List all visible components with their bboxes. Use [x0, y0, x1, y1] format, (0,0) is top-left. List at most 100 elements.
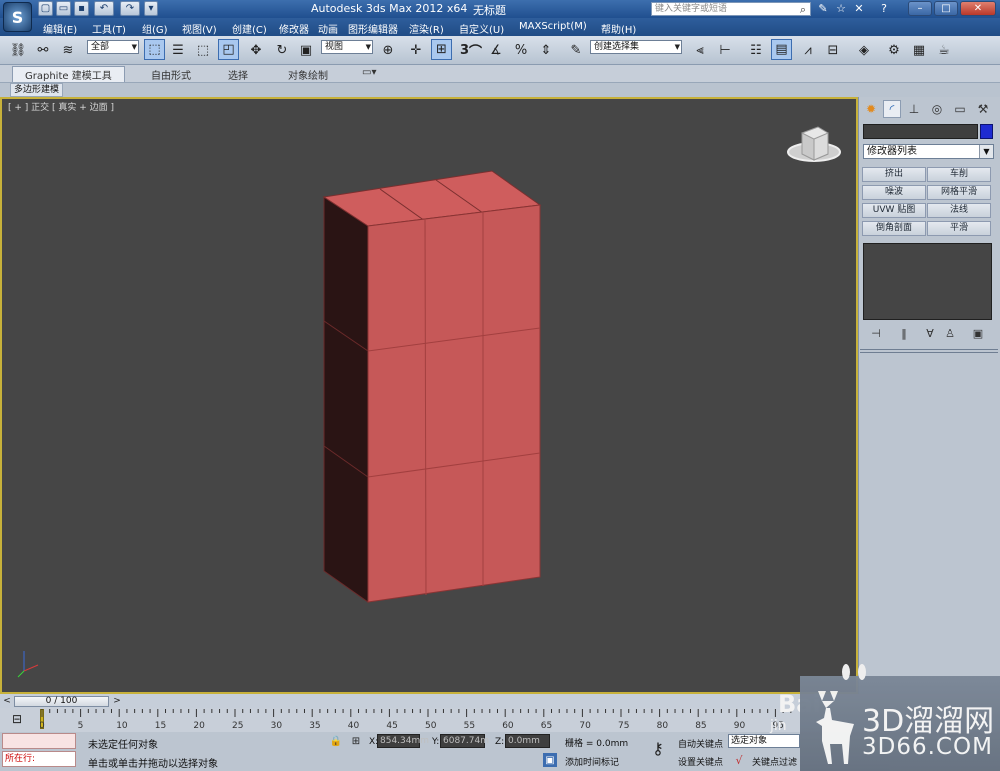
- display-tab-icon[interactable]: ▭: [951, 100, 969, 118]
- bind-space-warp-icon[interactable]: ≋: [58, 40, 78, 60]
- view-cube[interactable]: [787, 126, 841, 162]
- spinner-snap-icon[interactable]: ⇕: [536, 40, 556, 60]
- absolute-mode-icon[interactable]: ⊞: [349, 734, 363, 748]
- extrude-button[interactable]: 挤出: [862, 167, 926, 182]
- star-icon[interactable]: ☆: [833, 1, 849, 16]
- configure-sets-icon[interactable]: ▣: [970, 327, 986, 340]
- uvw-map-button[interactable]: UVW 贴图: [862, 203, 926, 218]
- close-button[interactable]: ✕: [960, 1, 996, 16]
- tab-object-paint[interactable]: 对象绘制: [288, 67, 328, 82]
- mirror-icon[interactable]: ⫷: [690, 40, 710, 60]
- bevel-profile-button[interactable]: 倒角剖面: [862, 221, 926, 236]
- pivot-center-icon[interactable]: ⊕: [378, 40, 398, 60]
- curve-editor-icon[interactable]: ⩘: [798, 40, 818, 60]
- set-key-icon[interactable]: ⚷: [646, 738, 670, 758]
- menu-create[interactable]: 创建(C): [232, 21, 267, 36]
- modify-tab-icon[interactable]: ◜: [883, 100, 901, 118]
- redo-icon[interactable]: ↷: [120, 1, 140, 16]
- lathe-button[interactable]: 车削: [927, 167, 991, 182]
- noise-button[interactable]: 噪波: [862, 185, 926, 200]
- render-production-icon[interactable]: ☕: [934, 40, 954, 60]
- ribbon-options-icon[interactable]: ▭▾: [362, 67, 376, 78]
- y-coordinate-field[interactable]: 6087.74m: [440, 734, 489, 748]
- polygon-modeling-label[interactable]: 多边形建模: [10, 83, 64, 97]
- selection-filter-dropdown[interactable]: 全部: [87, 40, 139, 54]
- app-logo-button[interactable]: S: [3, 2, 32, 32]
- menu-views[interactable]: 视图(V): [182, 21, 217, 36]
- maxscript-line-label[interactable]: 所在行:: [2, 751, 76, 767]
- menu-help[interactable]: 帮助(H): [601, 21, 636, 36]
- normal-button[interactable]: 法线: [927, 203, 991, 218]
- menu-group[interactable]: 组(G): [142, 21, 168, 36]
- tab-freeform[interactable]: 自由形式: [151, 67, 191, 82]
- create-tab-icon[interactable]: ✹: [862, 100, 880, 118]
- align-icon[interactable]: ⊢: [715, 40, 735, 60]
- layer-manager-icon[interactable]: ☷: [746, 40, 766, 60]
- favorites-icon[interactable]: ✕: [851, 1, 867, 16]
- move-icon[interactable]: ✥: [246, 40, 266, 60]
- percent-snap-icon[interactable]: %: [511, 40, 531, 60]
- lock-selection-icon[interactable]: 🔒: [329, 734, 343, 748]
- quick-access-dropdown-icon[interactable]: ▾: [144, 1, 158, 16]
- search-icon[interactable]: ⌕: [795, 2, 811, 17]
- hierarchy-tab-icon[interactable]: ⊥: [905, 100, 923, 118]
- search-input[interactable]: 键入关键字或短语: [651, 2, 811, 16]
- menu-animation[interactable]: 动画: [318, 21, 338, 36]
- snaps-toggle-icon[interactable]: 3 ⌒: [460, 40, 482, 60]
- viewport-label[interactable]: [ + ] 正交 [ 真实 + 边面 ]: [8, 100, 114, 113]
- key-filter-selected-dropdown[interactable]: 选定对象: [728, 734, 800, 748]
- render-setup-icon[interactable]: ⚙: [884, 40, 904, 60]
- edit-named-selection-icon[interactable]: ✎: [566, 40, 586, 60]
- angle-snap-icon[interactable]: ∡: [486, 40, 506, 60]
- meshsmooth-button[interactable]: 网格平滑: [927, 185, 991, 200]
- x-coordinate-field[interactable]: 854.34mm: [377, 734, 429, 748]
- tab-graphite-modeling[interactable]: Graphite 建模工具: [12, 66, 125, 82]
- timeline-ruler[interactable]: 0 5 10 15 20 25 30 35 40 45 50 55 60 65 70 75 80 85 90 95: [40, 709, 800, 730]
- named-selection-dropdown[interactable]: 创建选择集: [590, 40, 682, 54]
- undo-icon[interactable]: ↶: [94, 1, 114, 16]
- menu-rendering[interactable]: 渲染(R): [409, 21, 444, 36]
- menu-graph-editors[interactable]: 图形编辑器: [348, 21, 398, 36]
- tab-selection[interactable]: 选择: [228, 67, 248, 82]
- key-filters-button[interactable]: 关键点过滤: [752, 755, 797, 768]
- smooth-button[interactable]: 平滑: [927, 221, 991, 236]
- keyboard-shortcut-override-icon[interactable]: ⊞: [431, 39, 452, 60]
- set-key-button[interactable]: 设置关键点: [678, 755, 723, 768]
- material-editor-icon[interactable]: ◈: [854, 40, 874, 60]
- object-color-swatch[interactable]: [980, 124, 993, 139]
- remove-modifier-icon[interactable]: ♙: [942, 327, 958, 340]
- time-slider[interactable]: 0 / 100: [14, 696, 109, 707]
- unlink-icon[interactable]: ⚯: [33, 40, 53, 60]
- select-link-icon[interactable]: ⛓: [8, 40, 28, 60]
- rectangular-selection-icon[interactable]: ⬚: [193, 40, 213, 60]
- maxscript-listener[interactable]: [2, 733, 76, 749]
- key-filters-icon[interactable]: √: [732, 753, 746, 767]
- slider-right-icon[interactable]: >: [112, 695, 122, 707]
- menu-edit[interactable]: 编辑(E): [43, 21, 77, 36]
- modifier-list-dropdown[interactable]: 修改器列表: [863, 144, 994, 159]
- window-crossing-icon[interactable]: ◰: [218, 39, 239, 60]
- rendered-frame-icon[interactable]: ▦: [909, 40, 929, 60]
- make-unique-icon[interactable]: ∀: [922, 327, 938, 340]
- new-file-icon[interactable]: ▢: [38, 1, 53, 16]
- perspective-viewport[interactable]: [0, 97, 858, 694]
- open-file-icon[interactable]: ▭: [56, 1, 71, 16]
- object-name-field[interactable]: [863, 124, 978, 139]
- time-tag-icon[interactable]: ▣: [543, 753, 557, 767]
- schematic-view-icon[interactable]: ⊟: [823, 40, 843, 60]
- motion-tab-icon[interactable]: ◎: [928, 100, 946, 118]
- menu-customize[interactable]: 自定义(U): [459, 21, 504, 36]
- scale-icon[interactable]: ▣: [296, 40, 316, 60]
- z-coordinate-field[interactable]: 0.0mm: [505, 734, 550, 748]
- select-manipulate-icon[interactable]: ✛: [406, 40, 426, 60]
- select-object-icon[interactable]: ⬚: [144, 39, 165, 60]
- pin-stack-icon[interactable]: ⊣: [868, 327, 884, 340]
- auto-key-button[interactable]: 自动关键点: [678, 737, 723, 750]
- select-by-name-icon[interactable]: ☰: [168, 40, 188, 60]
- slider-left-icon[interactable]: <: [2, 695, 12, 707]
- reference-coordinate-dropdown[interactable]: 视图: [321, 40, 373, 54]
- modifier-stack[interactable]: [863, 243, 992, 320]
- mini-curve-editor-icon[interactable]: ⊟: [8, 711, 26, 727]
- menu-tools[interactable]: 工具(T): [92, 21, 126, 36]
- maximize-button[interactable]: □: [934, 1, 958, 16]
